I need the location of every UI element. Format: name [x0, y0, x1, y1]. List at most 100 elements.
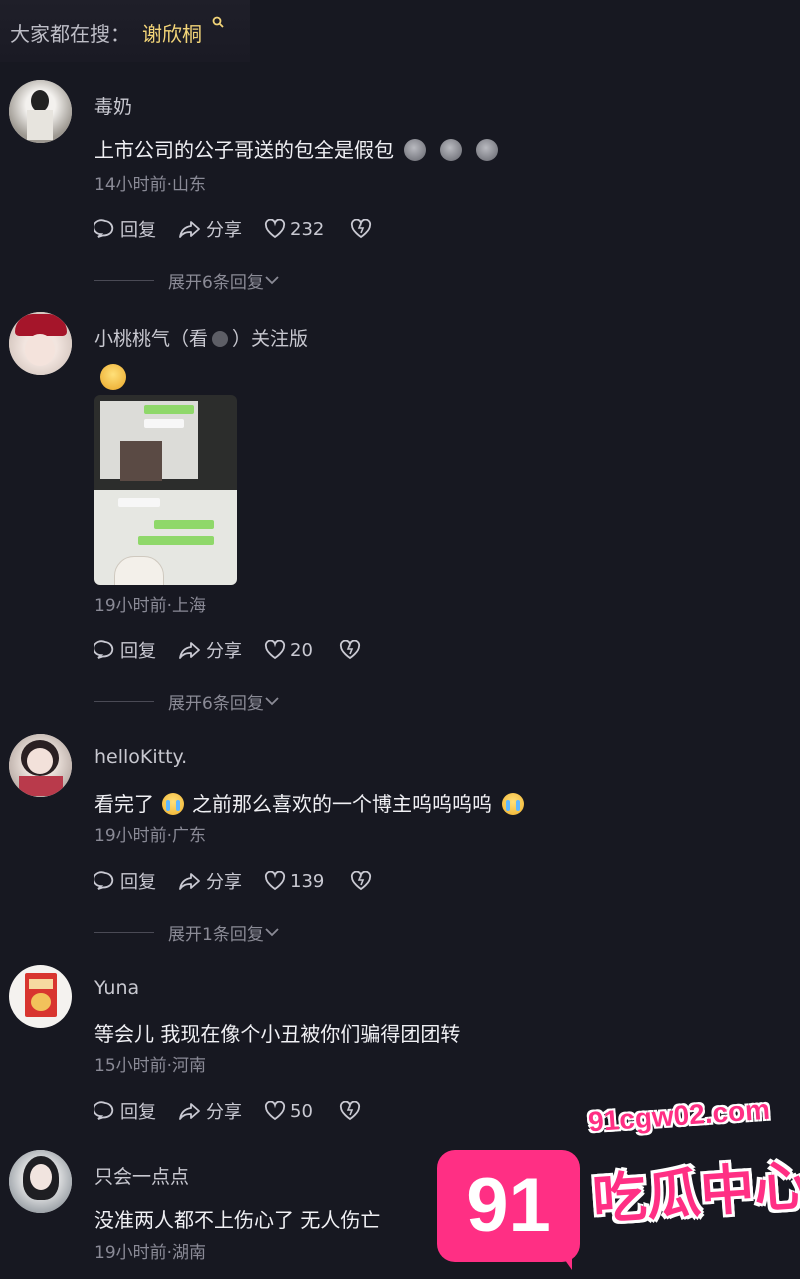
comment-username[interactable]: 小桃桃气（看 ）关注版 [94, 324, 308, 351]
hand-emoji-icon [212, 331, 229, 347]
share-button[interactable]: 分享 [178, 637, 242, 663]
avatar[interactable] [9, 734, 72, 797]
share-label: 分享 [206, 872, 242, 893]
comment-image[interactable] [94, 395, 237, 585]
chevron-down-icon [265, 928, 279, 937]
comment-meta: 19小时前·湖南 [94, 1243, 207, 1263]
share-button[interactable]: 分享 [178, 216, 242, 242]
share-button[interactable]: 分享 [178, 1098, 242, 1124]
crying-emoji-icon [100, 364, 126, 390]
crying-emoji-icon [502, 793, 524, 815]
reply-label: 回复 [120, 641, 156, 662]
comment-username[interactable]: 只会一点点 [94, 1162, 189, 1189]
avatar[interactable] [9, 965, 72, 1028]
heart-icon [264, 640, 286, 660]
like-button[interactable]: 50 [264, 1101, 313, 1122]
share-label: 分享 [206, 1102, 242, 1123]
hot-search-term[interactable]: 谢欣桐 [142, 18, 202, 47]
like-count: 232 [290, 218, 325, 240]
emoji-icon [440, 139, 462, 161]
like-count: 139 [290, 870, 325, 892]
username-text: 小桃桃气（看 [94, 328, 209, 350]
reply-icon [94, 1101, 114, 1120]
chevron-down-icon [265, 697, 279, 706]
chat-bubble [154, 520, 214, 529]
comment-actions: 回复 分享 139 [94, 866, 372, 896]
divider [94, 931, 154, 933]
expand-replies[interactable]: 展开6条回复 [94, 689, 280, 714]
heart-icon [264, 219, 286, 239]
share-icon [179, 873, 200, 890]
reply-button[interactable]: 回复 [94, 637, 156, 663]
emoji-icon [476, 139, 498, 161]
comment-text: 等会儿 我现在像个小丑被你们骗得团团转 [94, 1022, 461, 1046]
watermark-domain: 91cgw02.com [587, 1093, 771, 1138]
watermark-number: 91 [466, 1163, 551, 1248]
heart-icon [264, 871, 286, 891]
avatar[interactable] [9, 80, 72, 143]
comment-username[interactable]: Yuna [94, 977, 139, 999]
chat-screenshot-top [100, 401, 198, 481]
reply-label: 回复 [120, 872, 156, 893]
comment-actions: 回复 分享 50 [94, 1096, 361, 1126]
comment-text: 没准两人都不上伤心了 无人伤亡 [94, 1208, 381, 1232]
reply-button[interactable]: 回复 [94, 216, 156, 242]
comment-meta: 15小时前·河南 [94, 1056, 207, 1076]
comment-text: 上市公司的公子哥送的包全是假包 [94, 134, 498, 163]
comment-meta: 19小时前·上海 [94, 596, 207, 616]
like-count: 50 [290, 1100, 313, 1122]
expand-label: 展开6条回复 [168, 272, 264, 293]
reply-button[interactable]: 回复 [94, 868, 156, 894]
like-button[interactable]: 20 [264, 640, 313, 661]
share-icon [179, 221, 200, 238]
comment-text: 看完了 之前那么喜欢的一个博主呜呜呜呜 [94, 788, 524, 817]
like-count: 20 [290, 639, 313, 661]
chat-screenshot-bottom [94, 490, 237, 585]
share-icon [179, 642, 200, 659]
comment-text-body: 上市公司的公子哥送的包全是假包 [94, 138, 394, 162]
chat-bubble [138, 536, 214, 545]
comment-username[interactable]: 毒奶 [94, 92, 132, 119]
hot-search-bar[interactable]: 大家都在搜： 谢欣桐 [0, 0, 250, 62]
reply-button[interactable]: 回复 [94, 1098, 156, 1124]
dislike-icon[interactable] [350, 219, 372, 239]
divider [94, 279, 154, 281]
divider [94, 700, 154, 702]
expand-replies[interactable]: 展开6条回复 [94, 268, 280, 293]
comment-actions: 回复 分享 20 [94, 635, 361, 665]
expand-label: 展开1条回复 [168, 924, 264, 945]
comment-actions: 回复 分享 232 [94, 214, 372, 244]
chevron-down-icon [265, 276, 279, 285]
reply-label: 回复 [120, 220, 156, 241]
chat-bubble [144, 405, 194, 414]
chat-photo [120, 441, 162, 481]
expand-label: 展开6条回复 [168, 693, 264, 714]
like-button[interactable]: 232 [264, 219, 324, 240]
emoji-icon [404, 139, 426, 161]
chat-bubble [118, 498, 160, 507]
avatar[interactable] [9, 312, 72, 375]
username-suffix: ）关注版 [232, 328, 309, 350]
share-label: 分享 [206, 641, 242, 662]
avatar[interactable] [9, 1150, 72, 1213]
watermark-brand: 吃瓜中心 [590, 1153, 800, 1232]
dislike-icon[interactable] [339, 640, 361, 660]
crying-emoji-icon [162, 793, 184, 815]
share-label: 分享 [206, 220, 242, 241]
dislike-icon[interactable] [339, 1101, 361, 1121]
comment-text-part: 之前那么喜欢的一个博主呜呜呜呜 [192, 792, 492, 816]
comment-text-part: 看完了 [94, 792, 154, 816]
heart-icon [264, 1101, 286, 1121]
comment-meta: 14小时前·山东 [94, 175, 207, 195]
reply-icon [94, 219, 114, 238]
dislike-icon[interactable] [350, 871, 372, 891]
comment-username[interactable]: helloKitty. [94, 746, 187, 768]
share-icon [179, 1103, 200, 1120]
share-button[interactable]: 分享 [178, 868, 242, 894]
expand-replies[interactable]: 展开1条回复 [94, 920, 280, 945]
reply-icon [94, 871, 114, 890]
comment-meta: 19小时前·广东 [94, 826, 207, 846]
chat-bubble [144, 419, 184, 428]
search-icon [212, 16, 224, 28]
like-button[interactable]: 139 [264, 871, 324, 892]
